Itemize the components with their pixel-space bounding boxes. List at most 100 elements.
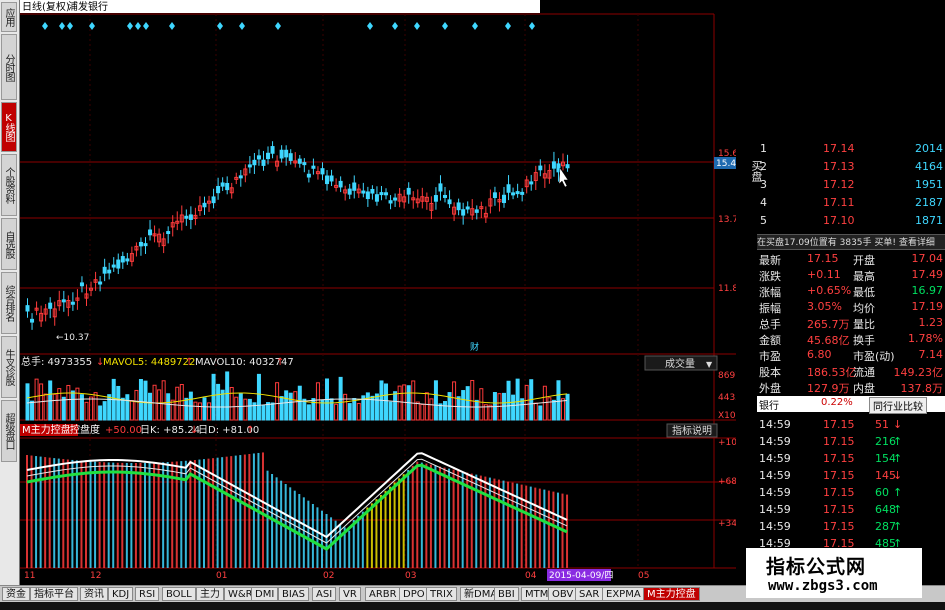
indicator-bar <box>452 469 455 568</box>
indicator-bar <box>547 490 550 568</box>
quote-value: +0.11 <box>807 268 841 281</box>
order-book-row[interactable]: 3 17.12 1951 <box>757 176 945 194</box>
order-price: 17.13 <box>823 160 855 173</box>
tick-time: 14:59 <box>759 452 791 465</box>
svg-text:↑: ↑ <box>246 425 254 436</box>
industry-compare-button[interactable]: 同行业比较 <box>869 397 927 414</box>
indicator-bar <box>479 475 482 568</box>
quote-label-2: 内盘 <box>853 382 875 395</box>
indicator-tab[interactable]: 主力 <box>196 587 224 601</box>
indicator-bar <box>352 520 355 568</box>
indicator-tab[interactable]: M主力控盘 <box>643 587 700 601</box>
candle <box>166 231 171 235</box>
indicator-tab[interactable]: OBV <box>548 587 578 601</box>
order-book-row[interactable]: 5 17.10 1871 <box>757 212 945 230</box>
order-summary[interactable]: 在买盘17.09位置有 3835手 买单! 查看详细 <box>757 234 945 250</box>
indicator-bar <box>230 456 233 568</box>
event-diamond-icon <box>367 22 373 30</box>
volume-bar <box>520 398 525 421</box>
candle <box>238 175 243 179</box>
indicator-tab[interactable]: 资讯 <box>80 587 108 601</box>
tab-stock-info[interactable]: 个股资料 <box>1 154 17 216</box>
candle <box>447 199 452 205</box>
volume-bar <box>129 400 134 421</box>
indicator-bar <box>80 460 83 568</box>
tick-row: 14:59 17.15 145 ↓ <box>757 467 945 485</box>
indicator-tab[interactable]: ASI <box>312 587 337 601</box>
indicator-tab[interactable]: BOLL <box>162 587 196 601</box>
indicator-tab[interactable]: TRIX <box>426 587 457 601</box>
indicator-tab[interactable]: DMI <box>251 587 279 601</box>
volume-bar <box>197 402 202 421</box>
volume-bar <box>356 402 361 421</box>
price-axis-current: 15.41 <box>716 159 736 169</box>
candle <box>184 215 189 219</box>
volume-bar <box>243 398 248 421</box>
volume-bar <box>193 401 198 421</box>
event-diamond-icon <box>414 22 420 30</box>
candle <box>325 175 330 185</box>
quote-value-2: 17.04 <box>911 252 944 265</box>
indicator-bar <box>153 462 156 568</box>
candle <box>311 165 316 169</box>
indicator-bar <box>216 457 219 568</box>
candle <box>388 200 393 204</box>
indicator-bar <box>298 494 301 568</box>
indicator-tab[interactable]: BIAS <box>278 587 309 601</box>
volume-bar <box>138 378 143 421</box>
candle <box>79 282 84 287</box>
tab-apps[interactable]: 应用 <box>1 2 17 32</box>
tick-price: 17.15 <box>823 503 855 516</box>
candle <box>261 159 266 166</box>
volume-bar <box>116 385 121 421</box>
tab-level2[interactable]: 超级盘口 <box>1 400 17 462</box>
indicator-tab[interactable]: DPO <box>399 587 429 601</box>
indicator-tab[interactable]: EXPMA <box>602 587 645 601</box>
volume-bar <box>89 396 94 421</box>
indicator-axis-low: +34.22 <box>718 519 736 529</box>
indicator-axis-top: +101.9 <box>718 438 736 448</box>
indicator-tab[interactable]: ARBR <box>365 587 401 601</box>
tab-kline[interactable]: K线图 <box>1 102 17 152</box>
order-book-row[interactable]: 2 17.13 4164 <box>757 158 945 176</box>
tab-intraday[interactable]: 分时图 <box>1 34 17 100</box>
candle <box>443 194 448 198</box>
indicator-tab[interactable]: KDJ <box>108 587 134 601</box>
volume-bar <box>84 401 89 421</box>
volume-bar <box>411 380 416 421</box>
candle <box>107 269 112 274</box>
tick-time: 14:59 <box>759 520 791 533</box>
tab-diagnose[interactable]: 牛叉诊股 <box>1 336 17 398</box>
tab-ranking[interactable]: 综合排名 <box>1 272 17 334</box>
order-book-row[interactable]: 4 17.11 2187 <box>757 194 945 212</box>
indicator-tab[interactable]: 资金 <box>2 587 30 601</box>
arrow-up-icon: ↑ <box>893 503 903 516</box>
volume-bar <box>565 393 570 421</box>
indicator-bar <box>53 458 56 568</box>
candle <box>461 209 466 216</box>
volume-bar <box>70 390 75 421</box>
indicator-bar <box>157 462 160 568</box>
indicator-bar <box>121 462 124 568</box>
volume-bar <box>134 389 139 421</box>
tab-watchlist[interactable]: 自选股 <box>1 218 17 270</box>
indicator-bar <box>529 486 532 568</box>
event-diamond-icon <box>529 22 535 30</box>
indicator-axis-mid: +68.44 <box>718 477 736 487</box>
indicator-tab[interactable]: SAR <box>575 587 604 601</box>
indicator-tab[interactable]: RSI <box>135 587 160 601</box>
candle <box>320 168 325 175</box>
volume-bar <box>225 371 230 421</box>
indicator-tab[interactable]: BBI <box>494 587 519 601</box>
order-book-row[interactable]: 1 17.14 2014 <box>757 140 945 158</box>
indicator-tab[interactable]: 指标平台 <box>30 587 78 601</box>
volume-axis-mid: 44338 <box>718 393 736 403</box>
kline-chart[interactable]: 日线(复权) 浦发银行 ←10.37 财 15.69 15.41 13.77 1… <box>20 0 736 585</box>
volume-bar <box>175 386 180 421</box>
indicator-bar <box>243 454 246 568</box>
indicator-tab[interactable]: VR <box>339 587 361 601</box>
volume-bar <box>515 378 520 421</box>
chart-period-title: 日线(复权) <box>22 0 70 13</box>
order-level: 3 <box>760 178 767 191</box>
indicator-bar <box>44 457 47 568</box>
